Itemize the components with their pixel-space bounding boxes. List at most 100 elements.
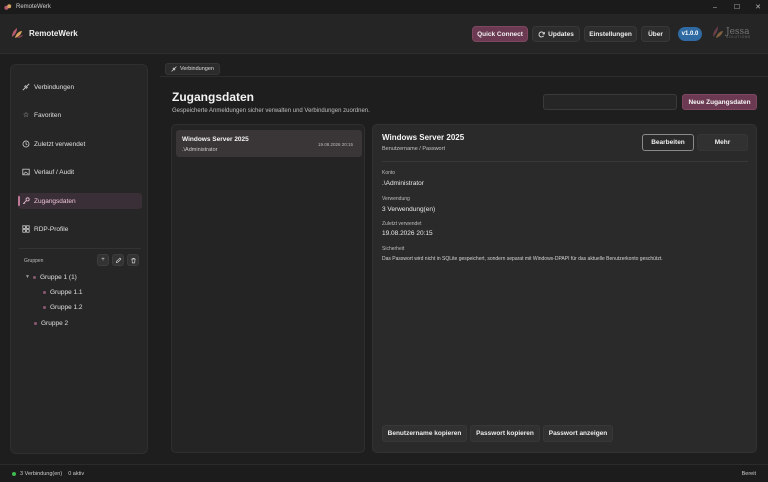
brand-name: RemoteWerk bbox=[29, 28, 78, 38]
group-dot-icon bbox=[43, 290, 46, 294]
tab-verbindungen[interactable]: Verbindungen bbox=[165, 63, 220, 75]
sidebar-item-verlauf[interactable]: Verlauf / Audit bbox=[18, 164, 142, 180]
version-label: v1.0.0 bbox=[681, 31, 699, 37]
tree-group-2[interactable]: Gruppe 2 bbox=[34, 318, 68, 328]
new-credentials-label: Neue Zugangsdaten bbox=[688, 98, 751, 106]
sidebar-item-zugangsdaten[interactable]: Zugangsdaten bbox=[18, 193, 142, 209]
tab-label: Verbindungen bbox=[180, 66, 214, 72]
plug-icon bbox=[171, 66, 177, 72]
sidebar-item-label: RDP-Profile bbox=[34, 225, 69, 233]
status-connections: 3 Verbindung(en) bbox=[20, 470, 63, 477]
add-group-button[interactable]: + bbox=[97, 254, 109, 266]
copy-username-button[interactable]: Benutzername kopieren bbox=[382, 425, 467, 442]
credentials-detail: Windows Server 2025 Benutzername / Passw… bbox=[372, 124, 757, 453]
partner-logo-subtext: SOLUTIONS bbox=[726, 35, 751, 39]
tree-item-label: Gruppe 2 bbox=[41, 319, 69, 327]
edit-label: Bearbeiten bbox=[651, 139, 685, 146]
sidebar-item-verbindungen[interactable]: Verbindungen bbox=[18, 79, 142, 95]
groups-heading: Gruppen bbox=[24, 258, 44, 264]
detail-subtitle: Benutzername / Passwort bbox=[382, 146, 445, 152]
sidebar-divider bbox=[19, 248, 141, 249]
account-label: Konto bbox=[382, 170, 396, 176]
group-dot-icon bbox=[43, 305, 46, 309]
edit-button[interactable]: Bearbeiten bbox=[642, 134, 694, 151]
status-dot-icon bbox=[12, 471, 16, 476]
tree-group-1-2[interactable]: Gruppe 1.2 bbox=[43, 302, 83, 312]
show-password-label: Passwort anzeigen bbox=[548, 430, 608, 437]
search-input[interactable] bbox=[543, 94, 677, 110]
more-label: Mehr bbox=[714, 139, 731, 146]
edit-group-button[interactable] bbox=[112, 254, 124, 266]
usage-label: Verwendung bbox=[382, 196, 410, 202]
maximize-button[interactable]: ☐ bbox=[726, 0, 748, 14]
tree-group-1[interactable]: ▼ Gruppe 1 (1) bbox=[25, 272, 77, 282]
quick-connect-label: Quick Connect bbox=[477, 30, 523, 38]
more-button[interactable]: Mehr bbox=[697, 134, 748, 151]
tab-divider bbox=[160, 76, 768, 77]
key-icon bbox=[18, 197, 34, 205]
copy-username-label: Benutzername kopieren bbox=[387, 430, 462, 437]
sidebar-item-rdp-profile[interactable]: RDP-Profile bbox=[18, 221, 142, 237]
refresh-icon bbox=[538, 31, 545, 37]
sidebar-item-label: Verlauf / Audit bbox=[34, 168, 75, 176]
partner-logo-icon bbox=[713, 26, 723, 38]
image-icon bbox=[18, 168, 34, 176]
pencil-icon bbox=[115, 257, 121, 263]
sidebar-item-label: Zugangsdaten bbox=[34, 197, 76, 205]
sidebar-item-zuletzt[interactable]: Zuletzt verwendet bbox=[18, 136, 142, 152]
list-item-name: Windows Server 2025 bbox=[182, 136, 249, 143]
delete-group-button[interactable] bbox=[127, 254, 139, 266]
new-credentials-button[interactable]: Neue Zugangsdaten bbox=[682, 94, 757, 110]
detail-title: Windows Server 2025 bbox=[382, 133, 465, 142]
app-header: RemoteWerk Quick Connect Updates Einstel… bbox=[0, 14, 768, 54]
updates-button[interactable]: Updates bbox=[532, 26, 580, 42]
group-dot-icon bbox=[33, 275, 36, 279]
settings-button[interactable]: Einstellungen bbox=[584, 26, 637, 42]
copy-password-button[interactable]: Passwort kopieren bbox=[470, 425, 540, 442]
copy-password-label: Passwort kopieren bbox=[476, 430, 534, 437]
chevron-down-icon[interactable]: ▼ bbox=[25, 274, 33, 280]
plug-icon bbox=[18, 83, 34, 91]
plus-icon: + bbox=[101, 257, 105, 263]
last-used-value: 19.08.2026 20:15 bbox=[382, 230, 433, 237]
sidebar-item-label: Verbindungen bbox=[34, 83, 75, 91]
star-icon: ☆ bbox=[22, 112, 30, 119]
updates-label: Updates bbox=[548, 30, 574, 38]
status-state: Bereit bbox=[741, 470, 756, 477]
sidebar-item-label: Favoriten bbox=[34, 111, 62, 119]
history-icon bbox=[18, 140, 34, 148]
usage-value: 3 Verwendung(en) bbox=[382, 206, 436, 213]
quick-connect-button[interactable]: Quick Connect bbox=[472, 26, 528, 42]
minimize-button[interactable]: – bbox=[704, 0, 726, 14]
list-item[interactable]: Windows Server 2025 .\Administrator 19.0… bbox=[176, 130, 362, 157]
detail-divider bbox=[382, 161, 748, 162]
page-title: Zugangsdaten bbox=[172, 90, 255, 104]
account-value: .\Administrator bbox=[382, 180, 424, 187]
list-item-date: 19.08.2026 20:15 bbox=[317, 142, 353, 147]
partner-logo: Jessa SOLUTIONS bbox=[710, 24, 750, 40]
tree-item-label: Gruppe 1 (1) bbox=[40, 273, 77, 281]
brand: RemoteWerk bbox=[10, 26, 78, 40]
about-button[interactable]: Über bbox=[641, 26, 670, 42]
sidebar-item-favoriten[interactable]: ☆ Favoriten bbox=[18, 107, 142, 123]
close-button[interactable]: ✕ bbox=[747, 0, 768, 14]
grid-icon bbox=[18, 225, 34, 233]
credentials-list: Windows Server 2025 .\Administrator 19.0… bbox=[171, 124, 365, 453]
tree-group-1-1[interactable]: Gruppe 1.1 bbox=[43, 287, 83, 297]
status-bar: 3 Verbindung(en) 0 aktiv Bereit bbox=[0, 464, 768, 482]
security-label: Sicherheit bbox=[382, 246, 405, 252]
page-subtitle: Gespeicherte Anmeldungen sicher verwalte… bbox=[172, 108, 370, 114]
title-bar: RemoteWerk – ☐ ✕ bbox=[0, 0, 768, 14]
trash-icon bbox=[130, 257, 136, 263]
list-item-user: .\Administrator bbox=[182, 147, 218, 153]
group-dot-icon bbox=[34, 321, 37, 325]
status-active: 0 aktiv bbox=[68, 470, 85, 477]
settings-label: Einstellungen bbox=[589, 30, 632, 38]
last-used-label: Zuletzt verwendet bbox=[382, 221, 422, 227]
window-title: RemoteWerk bbox=[16, 4, 51, 10]
sidebar: Verbindungen ☆ Favoriten Zuletzt verwend… bbox=[10, 64, 148, 454]
show-password-button[interactable]: Passwort anzeigen bbox=[543, 425, 613, 442]
about-label: Über bbox=[648, 30, 663, 38]
version-badge: v1.0.0 bbox=[678, 27, 702, 41]
brand-logo-icon bbox=[12, 28, 23, 38]
